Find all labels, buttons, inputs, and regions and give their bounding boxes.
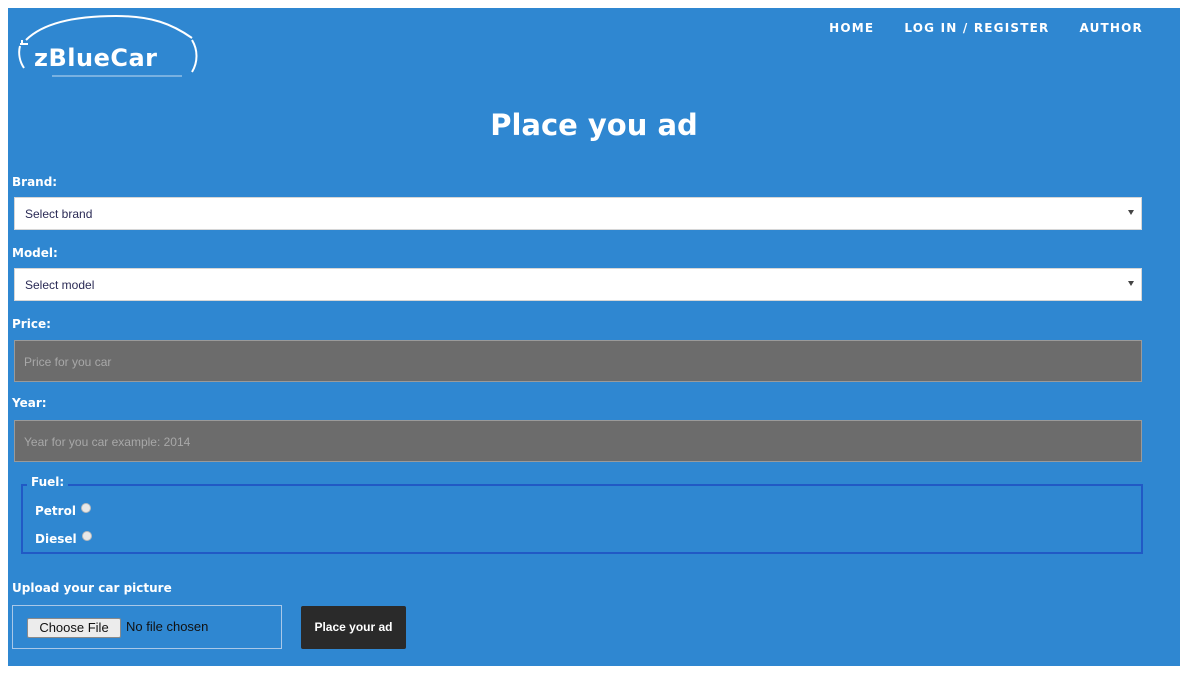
logo-text: zBlueCar bbox=[34, 44, 158, 72]
nav-login-register[interactable]: LOG IN / REGISTER bbox=[904, 21, 1049, 35]
upload-label: Upload your car picture bbox=[12, 581, 172, 595]
brand-label: Brand: bbox=[12, 175, 58, 189]
year-input[interactable]: Year for you car example: 2014 bbox=[14, 420, 1142, 462]
model-select-value: Select model bbox=[25, 278, 95, 292]
petrol-label: Petrol bbox=[35, 504, 76, 518]
diesel-label: Diesel bbox=[35, 532, 77, 546]
diesel-radio[interactable] bbox=[81, 531, 92, 541]
page: zBlueCar HOME LOG IN / REGISTER AUTHOR P… bbox=[8, 8, 1180, 666]
fuel-option-diesel[interactable]: Diesel bbox=[35, 531, 92, 546]
nav-home[interactable]: HOME bbox=[829, 21, 874, 35]
zbluecar-logo[interactable]: zBlueCar bbox=[12, 10, 202, 82]
model-select[interactable]: Select model bbox=[14, 268, 1142, 301]
price-input[interactable]: Price for you car bbox=[14, 340, 1142, 382]
place-ad-button[interactable]: Place your ad bbox=[301, 606, 406, 649]
chevron-down-icon bbox=[1128, 281, 1134, 286]
petrol-radio[interactable] bbox=[80, 503, 91, 513]
price-label: Price: bbox=[12, 317, 51, 331]
year-label: Year: bbox=[12, 396, 47, 410]
brand-select[interactable]: Select brand bbox=[14, 197, 1142, 230]
file-status-text: No file chosen bbox=[126, 619, 209, 634]
choose-file-button[interactable]: Choose File bbox=[27, 618, 121, 638]
page-title: Place you ad bbox=[490, 108, 698, 142]
chevron-down-icon bbox=[1128, 210, 1134, 215]
file-upload-field: Choose File No file chosen bbox=[12, 605, 282, 649]
brand-select-value: Select brand bbox=[25, 207, 93, 221]
nav-author[interactable]: AUTHOR bbox=[1079, 21, 1143, 35]
model-label: Model: bbox=[12, 246, 58, 260]
fuel-option-petrol[interactable]: Petrol bbox=[35, 503, 91, 518]
main-nav: HOME LOG IN / REGISTER AUTHOR bbox=[829, 21, 1143, 35]
fuel-fieldset: Fuel: Petrol Diesel bbox=[21, 475, 1143, 554]
fuel-legend: Fuel: bbox=[27, 475, 69, 489]
